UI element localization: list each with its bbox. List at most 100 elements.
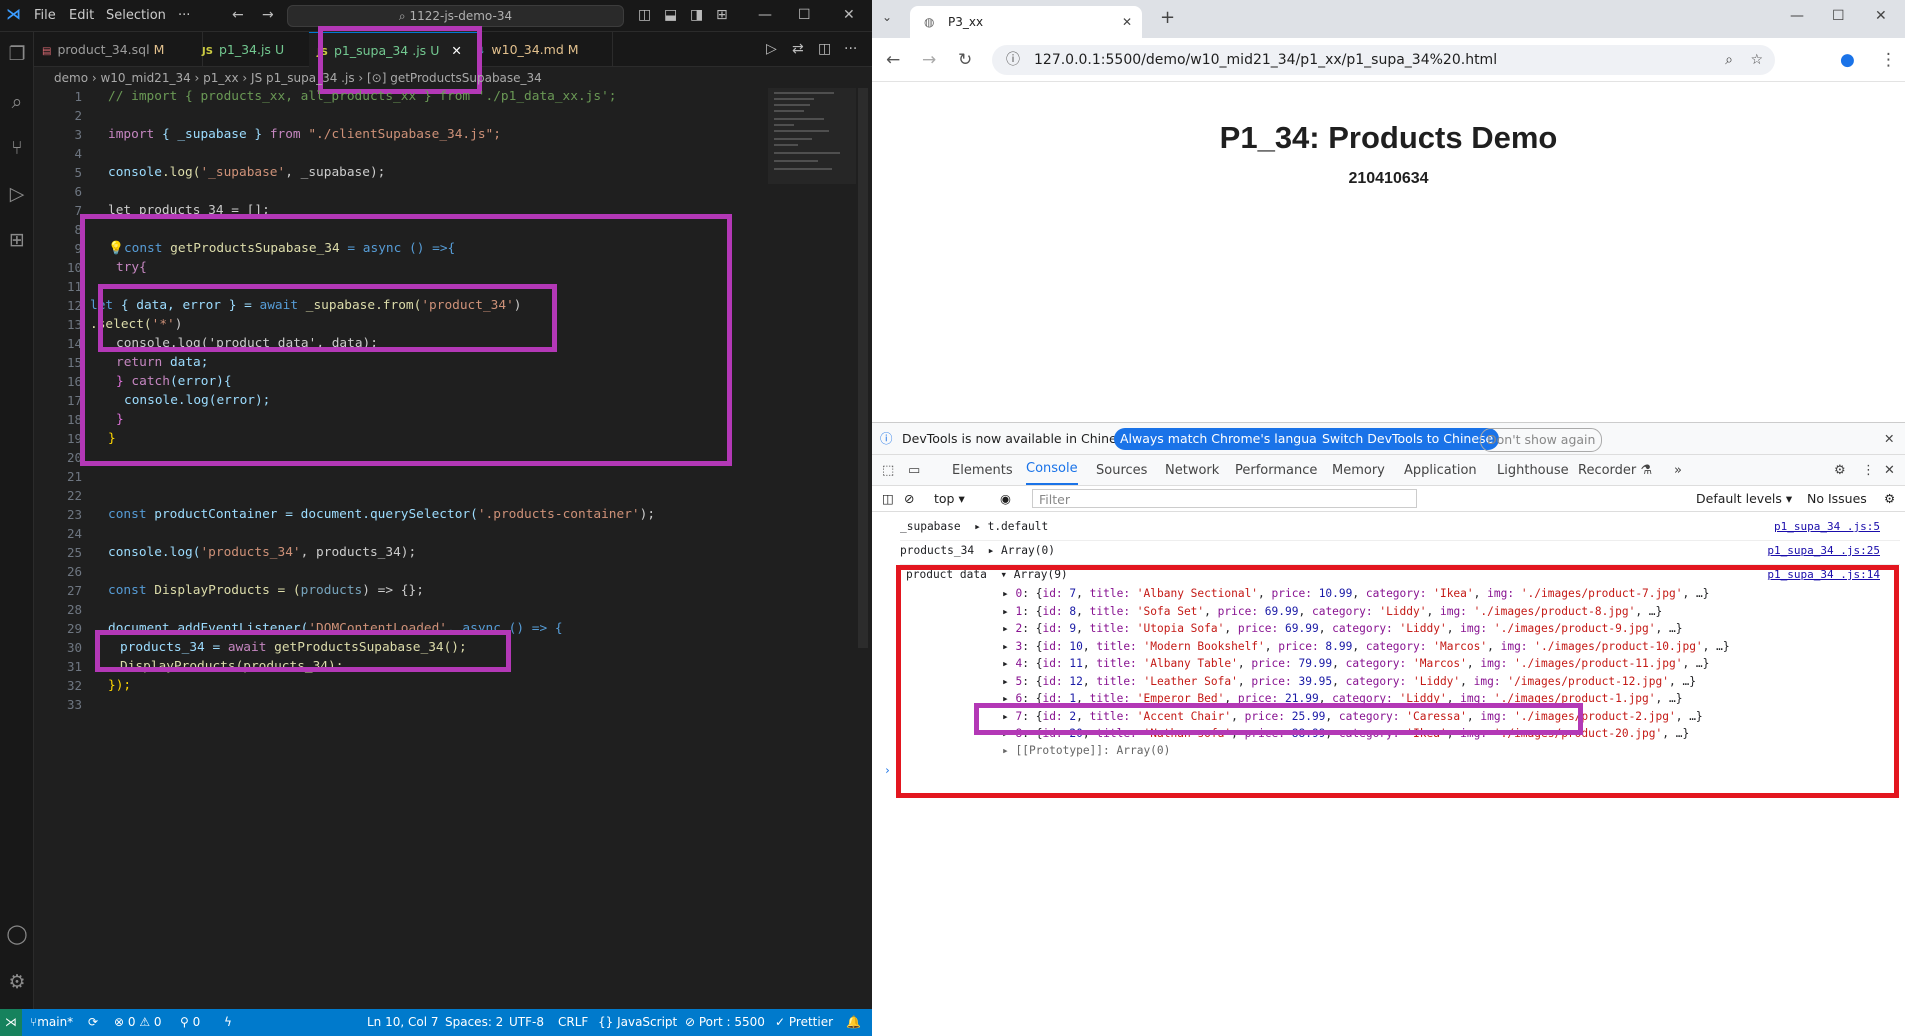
accounts-icon[interactable]: ◯: [5, 922, 29, 946]
forward-icon[interactable]: →: [922, 50, 936, 70]
tab-application[interactable]: Application: [1404, 455, 1477, 487]
highlight-await-call: [95, 630, 511, 672]
back-arrow-icon[interactable]: ←: [232, 7, 244, 23]
status-position[interactable]: Ln 10, Col 7: [367, 1009, 439, 1036]
status-lightning-icon[interactable]: ϟ: [224, 1009, 232, 1036]
device-toggle-icon[interactable]: ▭: [908, 455, 920, 487]
maximize-icon[interactable]: ☐: [798, 7, 811, 23]
close-tab-icon[interactable]: ✕: [1122, 6, 1132, 38]
reload-icon[interactable]: ↻: [958, 50, 972, 70]
menu-edit[interactable]: Edit: [69, 8, 94, 23]
command-center[interactable]: ⌕ 1122-js-demo-34: [287, 5, 624, 27]
extensions-icon[interactable]: ⊞: [5, 228, 29, 252]
toggle-sidebar-icon[interactable]: ◫: [638, 7, 651, 23]
profile-avatar-icon[interactable]: ●: [1840, 50, 1855, 70]
console-row-products[interactable]: products_34 ▸ Array(0): [900, 544, 1900, 565]
always-match-language-button[interactable]: Always match Chrome's language: [1114, 428, 1339, 450]
menu-file[interactable]: File: [34, 8, 56, 23]
remote-icon[interactable]: ⋊: [0, 1009, 22, 1036]
minimize-icon[interactable]: —: [1790, 8, 1804, 24]
site-info-icon[interactable]: ⓘ: [1006, 45, 1020, 75]
log-levels-dropdown[interactable]: Default levels ▾: [1696, 486, 1792, 512]
menu-selection[interactable]: Selection: [106, 8, 166, 23]
toggle-secondary-sidebar-icon[interactable]: ◨: [690, 7, 703, 23]
issues-counter[interactable]: No Issues: [1807, 486, 1867, 512]
filter-input[interactable]: Filter: [1032, 489, 1417, 508]
split-editor-icon[interactable]: ◫: [818, 41, 831, 57]
status-prettier[interactable]: ✓ Prettier: [775, 1009, 833, 1036]
search-icon[interactable]: ⌕: [5, 90, 29, 114]
minimize-icon[interactable]: —: [758, 7, 772, 23]
more-actions-icon[interactable]: ···: [844, 41, 857, 57]
line-number: 24: [66, 526, 82, 541]
status-encoding[interactable]: UTF-8: [509, 1009, 544, 1036]
browser-tab[interactable]: ◍ P3_xx ✕: [910, 6, 1142, 38]
menu-more[interactable]: ···: [178, 8, 190, 23]
tab-lighthouse[interactable]: Lighthouse: [1497, 455, 1569, 487]
eye-icon[interactable]: ◉: [1000, 486, 1011, 512]
tab-elements[interactable]: Elements: [952, 455, 1013, 487]
customize-layout-icon[interactable]: ⊞: [716, 7, 728, 23]
address-bar[interactable]: ⓘ 127.0.0.1:5500/demo/w10_mid21_34/p1_xx…: [992, 45, 1775, 75]
console-source-link[interactable]: p1_supa_34 .js:25: [1767, 544, 1880, 557]
tab-console[interactable]: Console: [1026, 455, 1078, 485]
editor-scrollbar[interactable]: [858, 88, 868, 648]
tab-memory[interactable]: Memory: [1332, 455, 1385, 487]
inspect-element-icon[interactable]: ⬚: [882, 455, 894, 487]
status-problems[interactable]: ⊗ 0 ⚠ 0: [114, 1009, 162, 1036]
run-debug-icon[interactable]: ▷: [5, 182, 29, 206]
tab-search-chevron-icon[interactable]: ⌄: [882, 10, 892, 24]
line-number: 5: [74, 165, 82, 180]
status-language[interactable]: {} JavaScript: [598, 1009, 677, 1036]
line-number: 7: [74, 203, 82, 218]
tab-product-sql[interactable]: ▤ product_34.sql M: [34, 32, 203, 67]
forward-arrow-icon[interactable]: →: [262, 7, 274, 23]
run-icon[interactable]: ▷: [766, 41, 777, 57]
breadcrumb[interactable]: demo › w10_mid21_34 › p1_xx › JS p1_supa…: [54, 68, 854, 88]
chrome-menu-icon[interactable]: ⋮: [1880, 50, 1897, 70]
status-branch[interactable]: ⑂ main*: [30, 1009, 73, 1036]
minimap[interactable]: [768, 88, 856, 184]
devtools-settings-gear-icon[interactable]: ⚙: [1834, 455, 1846, 487]
maximize-icon[interactable]: ☐: [1832, 8, 1845, 24]
toggle-panel-icon[interactable]: ⬓: [664, 7, 677, 23]
back-icon[interactable]: ←: [886, 50, 900, 70]
tab-performance[interactable]: Performance: [1235, 455, 1317, 487]
clear-console-icon[interactable]: ⊘: [904, 486, 914, 512]
settings-gear-icon[interactable]: ⚙: [5, 970, 29, 994]
close-window-icon[interactable]: ✕: [843, 7, 855, 23]
tab-p1-js[interactable]: JS p1_34.js U: [194, 32, 318, 67]
bookmark-star-icon[interactable]: ☆: [1750, 45, 1763, 75]
new-tab-plus-icon[interactable]: +: [1160, 7, 1175, 28]
dont-show-again-button[interactable]: Don't show again: [1480, 428, 1603, 452]
command-center-label: 1122-js-demo-34: [409, 9, 513, 23]
close-window-icon[interactable]: ✕: [1875, 8, 1887, 24]
sidebar-toggle-icon[interactable]: ◫: [882, 486, 894, 512]
switch-devtools-chinese-button[interactable]: Switch DevTools to Chinese: [1316, 428, 1500, 450]
status-live-server-port[interactable]: ⊘ Port : 5500: [685, 1009, 765, 1036]
console-source-link[interactable]: p1_supa_34 .js:5: [1774, 520, 1880, 533]
close-devtools-icon[interactable]: ✕: [1884, 455, 1895, 487]
status-spaces[interactable]: Spaces: 2: [445, 1009, 503, 1036]
console-prompt-icon[interactable]: ›: [884, 764, 891, 777]
zoom-search-icon[interactable]: ⌕: [1725, 45, 1733, 75]
tab-sources[interactable]: Sources: [1096, 455, 1147, 487]
tab-w10-md[interactable]: ⬇ w10_34.md M: [469, 32, 613, 67]
explorer-icon[interactable]: ❐: [5, 42, 29, 66]
status-eol[interactable]: CRLF: [558, 1009, 588, 1036]
activity-bar: ❐ ⌕ ⑂ ▷ ⊞ ◯ ⚙: [0, 32, 34, 1009]
source-control-icon[interactable]: ⑂: [5, 136, 29, 160]
console-row-supabase[interactable]: _supabase ▸ t.default: [900, 520, 1900, 541]
status-ports[interactable]: ⚲ 0: [180, 1009, 200, 1036]
context-selector[interactable]: top ▾: [934, 486, 965, 512]
devtools-menu-icon[interactable]: ⋮: [1862, 455, 1875, 487]
tab-recorder[interactable]: Recorder ⚗: [1578, 455, 1652, 487]
status-sync[interactable]: ⟳: [88, 1009, 98, 1036]
console-settings-gear-icon[interactable]: ⚙: [1884, 486, 1895, 512]
line-number: 8: [74, 222, 82, 237]
more-tabs-chevron[interactable]: »: [1674, 455, 1682, 487]
close-banner-icon[interactable]: ✕: [1884, 423, 1894, 455]
open-changes-icon[interactable]: ⇄: [792, 41, 804, 57]
tab-network[interactable]: Network: [1165, 455, 1219, 487]
notifications-bell-icon[interactable]: 🔔: [846, 1009, 861, 1036]
